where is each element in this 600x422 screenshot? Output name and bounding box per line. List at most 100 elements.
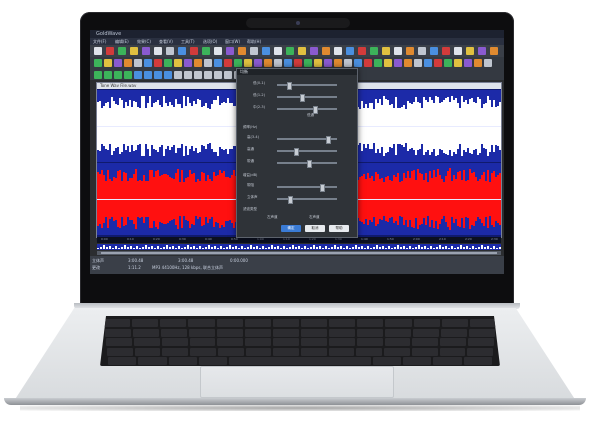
toolbar-button[interactable] <box>406 47 414 55</box>
effect-button[interactable] <box>484 59 492 67</box>
effect-button[interactable] <box>114 59 122 67</box>
effect-button[interactable] <box>474 59 482 67</box>
toolbar-button[interactable] <box>238 47 246 55</box>
ok-button[interactable]: 确定 <box>281 225 301 232</box>
effect-button[interactable] <box>314 59 322 67</box>
effect-button[interactable] <box>204 59 212 67</box>
effect-button[interactable] <box>384 59 392 67</box>
toolbar-button[interactable] <box>166 47 174 55</box>
toolbar-button[interactable] <box>490 47 498 55</box>
toolbar-button[interactable] <box>418 47 426 55</box>
cancel-button[interactable]: 取消 <box>305 225 325 232</box>
menu-help[interactable]: 帮助(H) <box>247 38 261 45</box>
menu-edit[interactable]: 编辑(E) <box>115 38 129 45</box>
menu-file[interactable]: 文件(F) <box>93 38 106 45</box>
effect-button[interactable] <box>454 59 462 67</box>
toolbar-button[interactable] <box>310 47 318 55</box>
slider-knob[interactable] <box>288 196 293 204</box>
menu-effects[interactable]: 效果(C) <box>137 38 151 45</box>
effect-button[interactable] <box>374 59 382 67</box>
transport-button[interactable] <box>164 71 172 79</box>
toolbar-button[interactable] <box>226 47 234 55</box>
transport-button[interactable] <box>174 71 182 79</box>
toolbar-button[interactable] <box>94 47 102 55</box>
effect-button[interactable] <box>104 59 112 67</box>
eq-slider[interactable] <box>277 94 337 102</box>
effect-button[interactable] <box>394 59 402 67</box>
slider-knob[interactable] <box>307 160 312 168</box>
menu-options[interactable]: 选项(O) <box>203 38 217 45</box>
effect-button[interactable] <box>164 59 172 67</box>
transport-button[interactable] <box>184 71 192 79</box>
toolbar-button[interactable] <box>178 47 186 55</box>
transport-button[interactable] <box>134 71 142 79</box>
effect-button[interactable] <box>184 59 192 67</box>
effect-button[interactable] <box>424 59 432 67</box>
effect-button[interactable] <box>354 59 362 67</box>
toolbar-button[interactable] <box>466 47 474 55</box>
toolbar-button[interactable] <box>190 47 198 55</box>
slider-knob[interactable] <box>320 184 325 192</box>
toolbar-button[interactable] <box>382 47 390 55</box>
toolbar-button[interactable] <box>262 47 270 55</box>
slider-knob[interactable] <box>313 106 318 114</box>
menu-window[interactable]: 窗口(W) <box>225 38 240 45</box>
effect-button[interactable] <box>224 59 232 67</box>
effect-button[interactable] <box>94 59 102 67</box>
effect-button[interactable] <box>294 59 302 67</box>
effect-button[interactable] <box>444 59 452 67</box>
transport-button[interactable] <box>204 71 212 79</box>
transport-button[interactable] <box>124 71 132 79</box>
effect-button[interactable] <box>304 59 312 67</box>
toolbar-button[interactable] <box>478 47 486 55</box>
toolbar-button[interactable] <box>250 47 258 55</box>
toolbar-button[interactable] <box>454 47 462 55</box>
toolbar-button[interactable] <box>346 47 354 55</box>
effect-button[interactable] <box>244 59 252 67</box>
transport-button[interactable] <box>114 71 122 79</box>
toolbar-button[interactable] <box>286 47 294 55</box>
effect-button[interactable] <box>124 59 132 67</box>
effect-button[interactable] <box>274 59 282 67</box>
effect-button[interactable] <box>284 59 292 67</box>
effect-button[interactable] <box>234 59 242 67</box>
toolbar-button[interactable] <box>334 47 342 55</box>
toolbar-button[interactable] <box>118 47 126 55</box>
effect-button[interactable] <box>364 59 372 67</box>
effect-button[interactable] <box>324 59 332 67</box>
toolbar-button[interactable] <box>106 47 114 55</box>
overview-waveform[interactable] <box>97 244 501 250</box>
eq-slider[interactable] <box>277 82 337 90</box>
effect-button[interactable] <box>464 59 472 67</box>
transport-button[interactable] <box>94 71 102 79</box>
effect-button[interactable] <box>434 59 442 67</box>
toolbar-button[interactable] <box>322 47 330 55</box>
transport-button[interactable] <box>214 71 222 79</box>
eq-slider[interactable] <box>277 160 337 168</box>
effect-button[interactable] <box>144 59 152 67</box>
transport-button[interactable] <box>144 71 152 79</box>
eq-slider[interactable] <box>277 196 337 204</box>
transport-button[interactable] <box>104 71 112 79</box>
effect-button[interactable] <box>134 59 142 67</box>
eq-slider[interactable] <box>277 184 337 192</box>
toolbar-button[interactable] <box>154 47 162 55</box>
toolbar-button[interactable] <box>442 47 450 55</box>
effect-button[interactable] <box>264 59 272 67</box>
toolbar-button[interactable] <box>130 47 138 55</box>
effect-button[interactable] <box>194 59 202 67</box>
toolbar-button[interactable] <box>298 47 306 55</box>
toolbar-button[interactable] <box>274 47 282 55</box>
eq-slider[interactable] <box>277 148 337 156</box>
effect-button[interactable] <box>214 59 222 67</box>
help-button[interactable]: 帮助 <box>329 225 349 232</box>
menu-view[interactable]: 查看(V) <box>159 38 173 45</box>
slider-knob[interactable] <box>294 148 299 156</box>
toolbar-button[interactable] <box>430 47 438 55</box>
transport-button[interactable] <box>194 71 202 79</box>
effect-button[interactable] <box>174 59 182 67</box>
slider-knob[interactable] <box>287 82 292 90</box>
effect-button[interactable] <box>154 59 162 67</box>
effect-button[interactable] <box>414 59 422 67</box>
toolbar-button[interactable] <box>202 47 210 55</box>
